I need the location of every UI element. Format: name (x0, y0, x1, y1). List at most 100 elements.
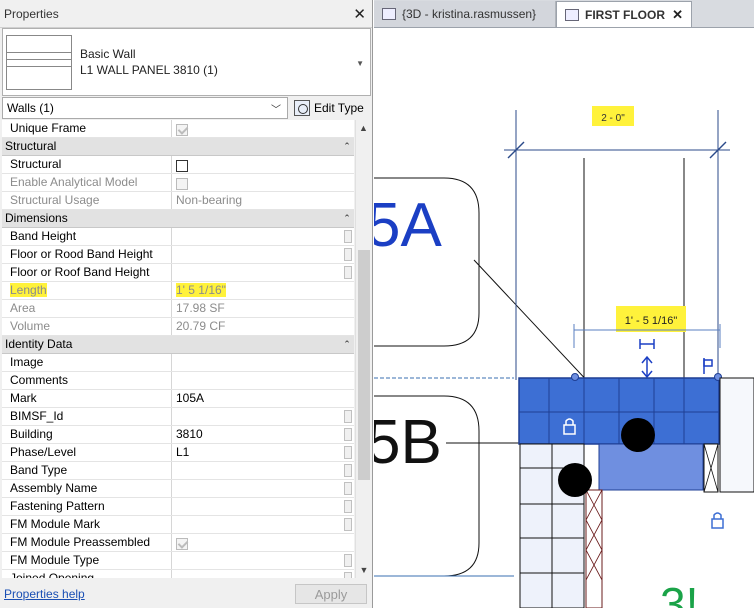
property-value[interactable] (172, 516, 354, 533)
row-action-button[interactable] (344, 266, 352, 279)
drawing-canvas[interactable]: 5A 5B 2 - 0" 1' - 5 1/16" 3! (374, 28, 754, 608)
property-row: Structural (2, 156, 354, 174)
dimension-top-text[interactable]: 2 - 0" (601, 113, 625, 124)
row-action-button[interactable] (344, 482, 352, 495)
collapse-icon[interactable]: ⌃ (340, 138, 354, 155)
checkbox (176, 177, 188, 190)
property-label-text: Area (10, 301, 36, 315)
property-group-header[interactable]: Identity Data ⌃ (2, 336, 354, 354)
floor-plan-icon (565, 8, 579, 21)
property-row: Area 17.98 SF (2, 300, 354, 318)
property-value (172, 174, 354, 191)
property-label-text: Structural Usage (10, 193, 100, 207)
property-row: FM Module Preassembled (2, 534, 354, 552)
scroll-up-icon[interactable]: ▲ (356, 120, 371, 136)
apply-button[interactable]: Apply (295, 584, 367, 604)
property-group-label: Structural (5, 139, 57, 153)
tab-first-floor[interactable]: FIRST FLOOR ✕ (556, 1, 692, 27)
row-action-button[interactable] (344, 554, 352, 567)
property-value[interactable] (172, 228, 354, 245)
property-group-header[interactable]: Dimensions ⌃ (2, 210, 354, 228)
row-action-button[interactable] (344, 446, 352, 459)
row-action-button[interactable] (344, 464, 352, 477)
property-row: Phase/Level L1 (2, 444, 354, 462)
property-row: Volume 20.79 CF (2, 318, 354, 336)
property-value-text: L1 (176, 445, 190, 459)
dimension-length-text[interactable]: 1' - 5 1/16" (625, 315, 678, 327)
scroll-down-icon[interactable]: ▼ (356, 562, 372, 578)
property-label-text: Fastening Pattern (10, 499, 105, 513)
properties-help-link[interactable]: Properties help (4, 587, 85, 601)
collapse-icon[interactable]: ⌃ (340, 210, 354, 227)
tab-3d-view[interactable]: {3D - kristina.rasmussen} (374, 1, 556, 27)
row-action-button[interactable] (344, 500, 352, 513)
instance-filter-select[interactable]: Walls (1) ﹀ (2, 97, 288, 119)
property-label-text: Band Height (10, 229, 77, 243)
property-value[interactable] (172, 120, 354, 137)
property-label: Mark (2, 390, 172, 407)
row-action-button[interactable] (344, 428, 352, 441)
edit-type-button[interactable]: Edit Type (292, 97, 366, 119)
property-value[interactable]: 3810 (172, 426, 354, 443)
property-row: Fastening Pattern (2, 498, 354, 516)
property-value[interactable] (172, 534, 354, 551)
lock-icon[interactable] (711, 512, 724, 529)
property-label-text: Mark (10, 391, 37, 405)
property-value[interactable] (172, 498, 354, 515)
drag-handle-icon[interactable] (639, 339, 655, 349)
property-row: FM Module Type (2, 552, 354, 570)
floor-plan-drawing: 5A 5B 2 - 0" 1' - 5 1/16" 3! (374, 106, 754, 608)
3d-view-icon (382, 8, 396, 20)
edit-type-label: Edit Type (314, 101, 364, 115)
property-value[interactable] (172, 354, 354, 371)
property-value[interactable]: 105A (172, 390, 354, 407)
properties-scrollbar[interactable]: ▲ ▼ (355, 120, 371, 578)
property-row: FM Module Mark (2, 516, 354, 534)
property-value: 20.79 CF (172, 318, 354, 335)
property-value: Non-bearing (172, 192, 354, 209)
property-row: Unique Frame (2, 120, 354, 138)
property-label: Floor or Roof Band Height (2, 264, 172, 281)
dropdown-arrow-icon[interactable]: ▼ (356, 59, 364, 68)
row-action-button[interactable] (344, 572, 352, 578)
collapse-icon[interactable]: ⌃ (340, 336, 354, 353)
property-label-text: FM Module Preassembled (10, 535, 151, 549)
properties-footer: Properties help Apply (0, 580, 373, 608)
property-value[interactable] (172, 264, 354, 281)
property-row: Building 3810 (2, 426, 354, 444)
property-value[interactable] (172, 156, 354, 173)
view-tabs: {3D - kristina.rasmussen} FIRST FLOOR ✕ (374, 0, 754, 28)
tab-3d-label: {3D - kristina.rasmussen} (402, 7, 537, 21)
properties-titlebar: Properties ✕ (0, 0, 372, 28)
property-label-text: Joined Opening (10, 571, 95, 578)
property-group-label: Identity Data (5, 337, 73, 351)
property-value[interactable] (172, 462, 354, 479)
property-label-text: Floor or Rood Band Height (10, 247, 153, 261)
type-selector[interactable]: Basic Wall L1 WALL PANEL 3810 (1) ▼ (2, 28, 371, 96)
scrollbar-thumb[interactable] (358, 250, 370, 480)
wall-end-control-icon[interactable] (703, 358, 713, 374)
row-action-button[interactable] (344, 518, 352, 531)
close-icon[interactable]: ✕ (353, 5, 366, 23)
property-value[interactable] (172, 480, 354, 497)
close-tab-icon[interactable]: ✕ (672, 7, 683, 23)
property-value[interactable]: L1 (172, 444, 354, 461)
checkbox[interactable] (176, 159, 188, 172)
row-action-button[interactable] (344, 248, 352, 261)
row-action-button[interactable] (344, 410, 352, 423)
property-value[interactable] (172, 372, 354, 389)
flip-arrows-icon[interactable] (641, 355, 653, 379)
property-label: Floor or Rood Band Height (2, 246, 172, 263)
row-action-button[interactable] (344, 230, 352, 243)
room-tag-top-text: 5A (374, 191, 442, 260)
property-value[interactable] (172, 408, 354, 425)
property-value[interactable] (172, 246, 354, 263)
property-label-text: Band Type (10, 463, 68, 477)
property-label: Comments (2, 372, 172, 389)
property-value[interactable] (172, 570, 354, 578)
property-label-text: BIMSF_Id (10, 409, 64, 423)
property-group-header[interactable]: Structural ⌃ (2, 138, 354, 156)
property-label: Band Height (2, 228, 172, 245)
property-value[interactable] (172, 552, 354, 569)
property-row: Floor or Rood Band Height (2, 246, 354, 264)
